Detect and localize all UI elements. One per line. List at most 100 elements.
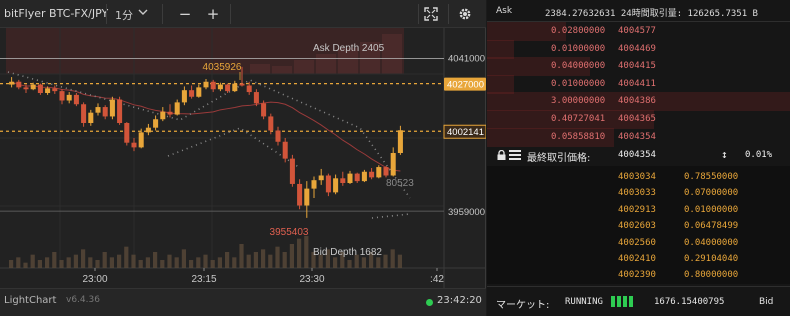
lock-icon[interactable] — [497, 150, 506, 160]
order-book: Ask 2384.27632631 24時間取引量: 126265.7351 B… — [487, 0, 790, 316]
volume-bar — [59, 260, 64, 268]
candle-body — [347, 173, 353, 183]
ask-row[interactable]: 0.01000000 4004469 — [487, 39, 790, 59]
chart-brand: LightChart — [4, 295, 57, 306]
band-tail-line — [371, 213, 411, 219]
candle-body — [246, 85, 252, 93]
ask-row[interactable]: 0.02800000 4004577 — [487, 22, 790, 41]
volume-bar — [268, 254, 273, 268]
volume-bar — [282, 252, 287, 268]
market-state: RUNNING — [565, 297, 603, 307]
market-side: Bid — [759, 297, 774, 307]
volume-bar — [174, 257, 179, 268]
bid-row[interactable]: 4002390 0.80000000 — [487, 266, 790, 285]
zoom-in-button[interactable]: + — [203, 4, 223, 24]
candle-body — [354, 173, 360, 182]
candle-body — [376, 167, 382, 178]
pair-selector[interactable]: bitFlyer BTC-FX/JPY — [4, 7, 108, 20]
volume-bar — [131, 254, 136, 268]
volume-bar — [189, 260, 194, 268]
candle-body — [318, 175, 324, 181]
volume-bar — [397, 254, 402, 268]
chart-canvas[interactable]: Ask Depth 2405 Bid Depth 1682 4035926 39554… — [0, 28, 486, 288]
candle-body — [268, 116, 274, 131]
fullscreen-icon[interactable] — [421, 4, 441, 24]
volume-bar — [88, 257, 93, 268]
volume-bar — [275, 246, 280, 268]
volume-bar — [23, 262, 28, 268]
candle-body — [297, 183, 303, 206]
ask-row[interactable]: 3.00000000 4004386 — [487, 92, 790, 112]
market-depth-value: 1676.15400795 — [654, 297, 725, 307]
volume-bar — [102, 252, 107, 268]
timeframe-selector[interactable]: 1分 — [115, 7, 133, 23]
candle-body — [282, 141, 288, 159]
chart-toolbar: bitFlyer BTC-FX/JPY 1分 − + — [0, 0, 486, 28]
volume-bar — [196, 257, 201, 268]
ask-price: 4004469 — [618, 43, 656, 54]
ask-row[interactable]: 0.40727041 4004365 — [487, 110, 790, 129]
bid-price: 4002913 — [618, 204, 656, 215]
ask-size: 0.05858810 — [551, 131, 606, 142]
candle-body — [383, 167, 389, 176]
ask-price: 4004411 — [618, 78, 656, 89]
candle-body — [16, 81, 22, 88]
ask-depth-step — [294, 60, 314, 74]
bid-size: 0.06478499 — [684, 221, 739, 232]
candle-body — [340, 178, 346, 183]
candle-body — [88, 112, 94, 123]
volume-bar — [66, 257, 71, 268]
volume-bar — [30, 254, 35, 268]
volume-bar — [217, 257, 222, 268]
volume-bar — [16, 257, 21, 268]
ask-price: 4004386 — [618, 96, 656, 107]
last-price: 4004354 — [618, 150, 656, 160]
menu-icon[interactable] — [509, 150, 521, 160]
volume-bar — [124, 246, 129, 268]
bid-size: 0.04000000 — [684, 237, 739, 248]
bid-list: 4003034 0.78550000 4003033 0.07000000 400291… — [487, 166, 790, 284]
order-book-header: Ask 2384.27632631 24時間取引量: 126265.7351 B — [487, 0, 790, 22]
gear-icon[interactable] — [455, 4, 475, 24]
toolbar-divider — [448, 4, 449, 24]
ask-size: 0.04000000 — [551, 61, 606, 72]
price-chart[interactable]: Ask Depth 2405 Bid Depth 1682 4035926 39554… — [0, 28, 486, 288]
bid-price: 4002410 — [618, 254, 656, 264]
ask-row[interactable]: 0.04000000 4004415 — [487, 57, 790, 77]
candle-body — [390, 153, 396, 176]
volume-bar — [390, 249, 395, 268]
volume-bar — [253, 252, 258, 268]
candle-body — [138, 132, 144, 148]
market-status-bar: マーケット: RUNNING 1676.15400795 Bid — [487, 286, 790, 316]
connection-status-icon — [426, 299, 433, 306]
volume-bar — [153, 252, 158, 268]
ask-depth-step — [382, 34, 402, 74]
candle-body — [217, 84, 223, 90]
upper-marker-label: 4027000 — [447, 80, 484, 91]
ask-size: 0.01000000 — [551, 43, 606, 54]
candle-body — [153, 119, 159, 128]
candle-body — [102, 107, 108, 117]
volume-24h: 2384.27632631 24時間取引量: 126265.7351 B — [545, 9, 758, 19]
zoom-out-button[interactable]: − — [175, 4, 195, 24]
candle-body — [275, 130, 281, 142]
ask-depth-label: Ask Depth 2405 — [313, 43, 385, 54]
ask-row[interactable]: 0.05858810 4004354 — [487, 127, 790, 147]
candle-body — [73, 94, 79, 105]
candle-body — [59, 91, 65, 101]
candle-body — [109, 99, 115, 117]
ask-row[interactable]: 0.01000000 4004411 — [487, 74, 790, 94]
toolbar-divider — [418, 4, 419, 24]
candle-body — [23, 87, 29, 90]
ask-depth-bar — [487, 74, 515, 94]
ask-size: 0.40727041 — [551, 114, 606, 124]
candle-body — [232, 83, 238, 92]
candle-body — [30, 84, 36, 90]
volume-bar — [289, 244, 294, 268]
bid-size: 0.80000000 — [684, 270, 739, 281]
bid-size: 0.78550000 — [684, 172, 739, 182]
candle-body — [333, 178, 339, 193]
volume-bar — [145, 257, 150, 268]
bid-price: 4002560 — [618, 237, 656, 248]
chevron-down-icon[interactable] — [138, 5, 148, 22]
